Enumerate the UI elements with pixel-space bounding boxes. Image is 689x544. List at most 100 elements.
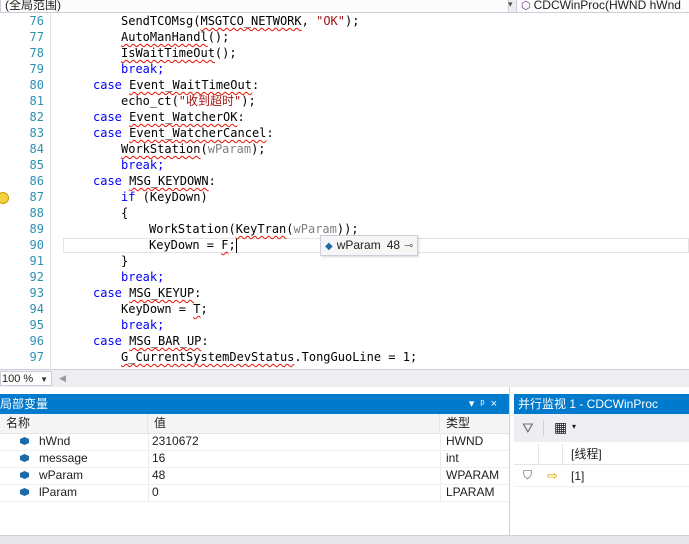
code-text: break; [121,158,165,172]
code-line: 77 AutoManHandl(); [0,29,689,45]
code-text: IsWaitTimeOut(); [121,46,237,60]
locals-title-bar[interactable]: 局部变量 ▾ᵖ× [0,394,509,414]
local-type: HWND [446,434,484,448]
pin-icon[interactable]: ᵖ [480,398,490,410]
method-dropdown[interactable]: ⬡ CDCWinProc(HWND hWnd [516,0,689,12]
datatip-value[interactable]: 48 [387,238,400,252]
scope-dropdown[interactable]: (全局范围) [0,0,509,12]
chevron-down-icon[interactable]: ▼ [40,372,48,387]
table-row[interactable]: lParam 0 LPARAM [0,484,509,502]
code-text: case MSG_KEYUP: [93,286,202,300]
code-line: 97 G_CurrentSystemDevStatus.TongGuoLine … [0,349,689,365]
editor-status-bar: 100 % ▼ ◀ [0,369,689,388]
code-line: 81 echo_ct("收到超时"); [0,93,689,109]
code-line: 80 case Event_WaitTimeOut: [0,77,689,93]
line-number: 92 [29,270,44,284]
local-type: WPARAM [446,468,500,482]
code-text: case Event_WaitTimeOut: [93,78,260,92]
column-flag[interactable] [514,444,539,464]
code-line: 86 case MSG_KEYDOWN: [0,173,689,189]
parallel-watch-header: [线程] [514,444,689,465]
scope-label: (全局范围) [5,0,61,12]
line-number: 95 [29,318,44,332]
flag-icon[interactable]: ⛉ [523,468,532,483]
line-number: 76 [29,14,44,28]
code-text: break; [121,62,165,76]
code-text: AutoManHandl(); [121,30,230,44]
panel-title: 并行监视 1 - CDCWinProc [518,397,659,411]
column-thread[interactable]: [线程] [571,444,602,464]
pin-icon[interactable]: ⊸ [404,240,413,252]
code-editor[interactable]: 76 SendTCOMsg(MSGTCO_NETWORK, "OK"); 77 … [0,13,689,369]
current-thread-arrow-icon: ⇨ [547,468,558,483]
grid-icon[interactable]: ▦ [554,419,567,436]
line-number: 88 [29,206,44,220]
filter-icon[interactable]: ⛛ [522,420,534,437]
code-line: 83 case Event_WatcherCancel: [0,125,689,141]
code-text: case Event_WatcherCancel: [93,126,274,140]
thread-id: [1] [571,469,585,483]
local-name: lParam [39,485,78,499]
line-number: 89 [29,222,44,236]
toolbar-separator [543,420,544,436]
code-text: KeyDown = T; [121,302,208,316]
datatip[interactable]: ◆ wParam 48 ⊸ [320,235,419,256]
local-name: wParam [39,468,84,482]
table-row[interactable]: wParam 48 WPARAM [0,467,509,485]
line-number: 85 [29,158,44,172]
line-number: 93 [29,286,44,300]
line-number: 81 [29,94,44,108]
code-text: } [121,254,129,268]
panel-title: 局部变量 [0,397,49,411]
code-line: 78 IsWaitTimeOut(); [0,45,689,61]
code-text: case MSG_BAR_UP: [93,334,209,348]
local-value[interactable]: 16 [152,450,165,467]
code-text: SendTCOMsg(MSGTCO_NETWORK, "OK"); [121,14,360,28]
column-name[interactable]: 名称 [0,414,148,433]
table-row[interactable]: message 16 int [0,450,509,468]
line-number: 94 [29,302,44,316]
scroll-left-icon[interactable]: ◀ [59,373,66,384]
column-value[interactable]: 值 [148,414,440,433]
code-line: 96 case MSG_BAR_UP: [0,333,689,349]
zoom-dropdown[interactable]: 100 % ▼ [0,371,52,386]
code-line: 87 if (KeyDown) [0,189,689,205]
code-text: KeyDown = F; [149,238,237,253]
line-number: 79 [29,62,44,76]
line-number: 90 [29,238,44,252]
thread-row[interactable]: ⛉ ⇨ [1] [514,466,689,487]
column-type[interactable]: 类型 [440,414,509,433]
code-text: case Event_WatcherOK: [93,110,245,124]
variable-icon: ◆ [325,241,333,252]
local-value[interactable]: 2310672 [152,433,199,450]
column-current[interactable] [538,444,563,464]
parallel-watch-toolbar: ⛛ ▦ ▾ [514,414,689,442]
code-text: break; [121,270,165,284]
code-line: 85 break; [0,157,689,173]
code-line: 93 case MSG_KEYUP: [0,285,689,301]
line-number: 97 [29,350,44,364]
local-type: LPARAM [446,485,495,499]
code-line: 92 break; [0,269,689,285]
chevron-down-icon[interactable]: ▾ [572,422,576,431]
line-number: 77 [29,30,44,44]
line-number: 86 [29,174,44,188]
chevron-down-icon[interactable]: ▾ [508,0,516,12]
close-icon[interactable]: × [491,398,503,410]
local-value[interactable]: 48 [152,467,165,484]
parallel-watch-panel: 并行监视 1 - CDCWinProc ⛛ ▦ ▾ [线程] ⛉ ⇨ [1] [510,387,689,543]
text-caret [235,238,237,253]
field-icon [20,471,29,479]
parallel-watch-title-bar[interactable]: 并行监视 1 - CDCWinProc [514,394,689,414]
method-icon: ⬡ [521,0,531,12]
code-text: if (KeyDown) [121,190,208,204]
code-text: { [121,206,129,220]
field-icon [20,437,29,445]
dropdown-icon[interactable]: ▾ [469,398,481,410]
local-value[interactable]: 0 [152,484,159,501]
line-number: 91 [29,254,44,268]
line-number: 84 [29,142,44,156]
code-text: break; [121,318,165,332]
code-line: 76 SendTCOMsg(MSGTCO_NETWORK, "OK"); [0,13,689,29]
table-row[interactable]: hWnd 2310672 HWND [0,433,509,451]
